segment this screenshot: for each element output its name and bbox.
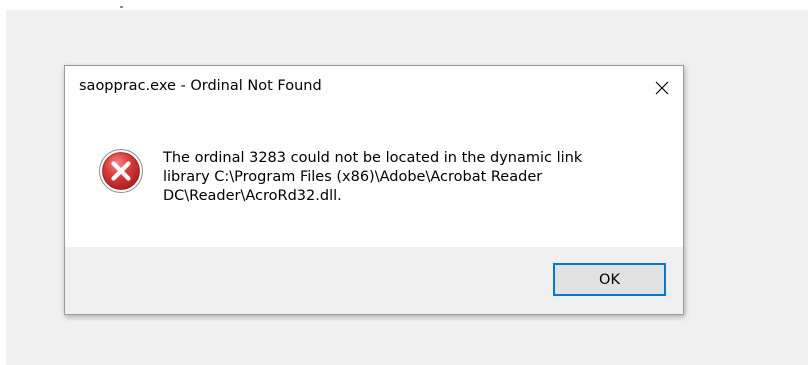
message-line-3: DC\Reader\AcroRd32.dll.	[163, 188, 342, 204]
error-dialog: saopprac.exe - Ordinal Not Found The ord…	[64, 65, 684, 315]
dialog-title-bar[interactable]: saopprac.exe - Ordinal Not Found	[65, 66, 683, 110]
dialog-title: saopprac.exe - Ordinal Not Found	[79, 78, 322, 94]
dialog-content: The ordinal 3283 could not be located in…	[65, 110, 683, 247]
error-message: The ordinal 3283 could not be located in…	[163, 149, 663, 206]
close-icon	[655, 81, 669, 95]
close-button[interactable]	[645, 73, 679, 103]
ok-button[interactable]: OK	[553, 263, 666, 296]
message-line-1: The ordinal 3283 could not be located in…	[163, 150, 583, 166]
error-icon	[99, 149, 143, 193]
message-line-2: library C:\Program Files (x86)\Adobe\Acr…	[163, 169, 543, 185]
background-mark	[120, 6, 123, 8]
